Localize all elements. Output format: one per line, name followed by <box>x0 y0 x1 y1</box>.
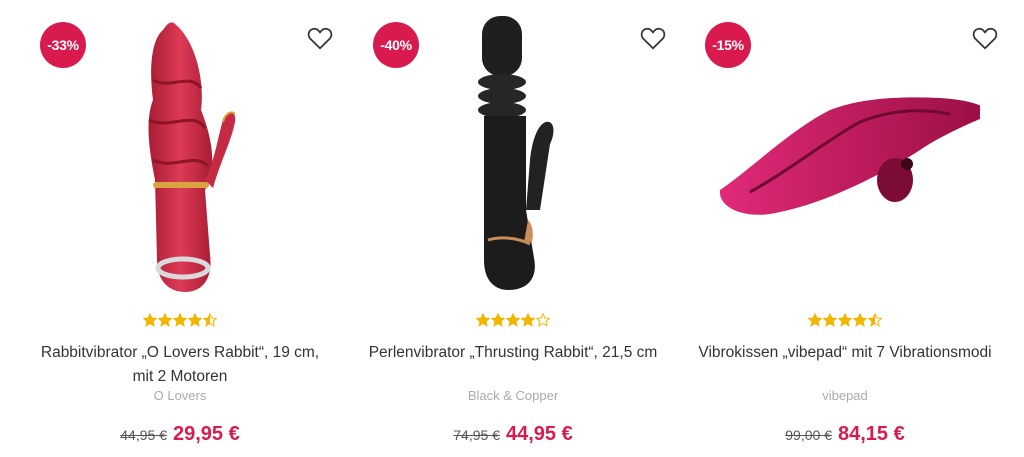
star-half-icon <box>203 313 217 327</box>
product-brand: O Lovers <box>153 388 207 403</box>
product-brand: vibepad <box>822 388 868 403</box>
sale-price: 29,95 € <box>172 423 240 445</box>
product-title[interactable]: Perlenvibrator „Thrusting Rabbit“, 21,5 … <box>363 341 663 365</box>
sale-price: 84,15 € <box>837 423 905 445</box>
star-full-icon <box>506 313 520 327</box>
star-full-icon <box>158 313 172 327</box>
product-grid: -33% Rabbitvibrator „O Lovers Rabbit“, 1… <box>0 0 1024 457</box>
old-price: 74,95 € <box>453 427 500 443</box>
star-full-icon <box>143 313 157 327</box>
star-full-icon <box>808 313 822 327</box>
star-full-icon <box>521 313 535 327</box>
pink-vibepad-image[interactable] <box>710 10 980 300</box>
black-rabbit-vibrator-image[interactable] <box>378 10 648 300</box>
old-price: 99,00 € <box>785 427 832 443</box>
product-title[interactable]: Vibrokissen „vibepad“ mit 7 Vibrationsmo… <box>695 341 995 365</box>
star-full-icon <box>188 313 202 327</box>
product-card[interactable]: -33% Rabbitvibrator „O Lovers Rabbit“, 1… <box>15 0 345 457</box>
price-row: 99,00 € 84,15 € <box>680 423 1010 446</box>
old-price: 44,95 € <box>120 427 167 443</box>
star-half-icon <box>868 313 882 327</box>
sale-price: 44,95 € <box>505 423 573 445</box>
star-full-icon <box>823 313 837 327</box>
star-empty-icon <box>536 313 550 327</box>
rating-stars <box>348 313 678 327</box>
product-brand: Black & Copper <box>467 388 559 403</box>
star-full-icon <box>853 313 867 327</box>
product-card[interactable]: -40% Perlenvibrator „Thrusting Rabbit“, … <box>348 0 678 457</box>
star-full-icon <box>838 313 852 327</box>
rating-stars <box>15 313 345 327</box>
rating-stars <box>680 313 1010 327</box>
star-full-icon <box>173 313 187 327</box>
product-card[interactable]: -15% Vibrokissen „vibepad“ mit 7 Vibrati… <box>680 0 1010 457</box>
price-row: 44,95 € 29,95 € <box>15 423 345 446</box>
price-row: 74,95 € 44,95 € <box>348 423 678 446</box>
product-title[interactable]: Rabbitvibrator „O Lovers Rabbit“, 19 cm,… <box>30 341 330 389</box>
red-rabbit-vibrator-image[interactable] <box>45 10 315 300</box>
star-full-icon <box>476 313 490 327</box>
star-full-icon <box>491 313 505 327</box>
